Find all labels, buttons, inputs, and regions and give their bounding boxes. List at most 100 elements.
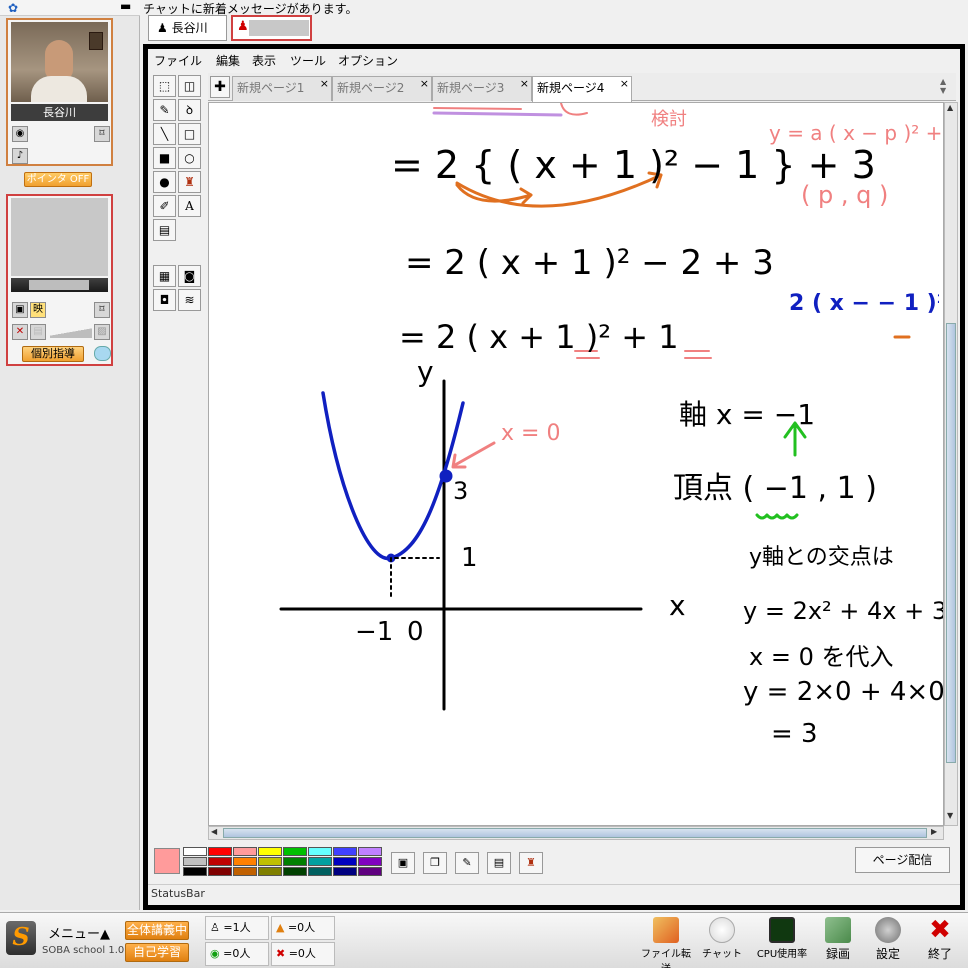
close-tab-icon[interactable]: × bbox=[420, 73, 429, 95]
swatch-teal[interactable] bbox=[308, 857, 332, 866]
statusbar: StatusBar bbox=[148, 884, 960, 904]
page-tab-2[interactable]: 新規ページ2 × bbox=[332, 76, 432, 101]
swatch-olive[interactable] bbox=[258, 857, 282, 866]
menu-view[interactable]: 表示 bbox=[252, 52, 276, 69]
text-tool-icon[interactable]: A bbox=[178, 195, 201, 217]
add-page-icon[interactable]: ✚ bbox=[210, 76, 230, 98]
current-color-swatch[interactable] bbox=[154, 848, 180, 874]
page-tab-4[interactable]: 新規ページ4 × bbox=[532, 76, 632, 102]
tab-scroll-icon[interactable]: ▲ ▼ bbox=[940, 77, 946, 95]
close-tab-icon[interactable]: × bbox=[320, 73, 329, 95]
pen-settings-icon[interactable]: ✎ bbox=[455, 852, 479, 874]
mute-x-icon[interactable]: ✕ bbox=[12, 324, 28, 340]
chat-bubble-icon[interactable] bbox=[94, 346, 111, 361]
user-tab-teacher[interactable]: ♟ 長谷川 bbox=[148, 15, 227, 41]
mode-self-study-button[interactable]: 自己学習 bbox=[125, 943, 189, 962]
swatch-red[interactable] bbox=[208, 847, 232, 856]
swatch-darkgreen[interactable] bbox=[283, 857, 307, 866]
scroll-up-icon[interactable]: ▲ bbox=[947, 103, 953, 112]
copy-page-icon[interactable]: ❐ bbox=[423, 852, 447, 874]
swatch-brown[interactable] bbox=[233, 867, 257, 876]
expand-icon[interactable]: ⌑ bbox=[94, 126, 110, 142]
scroll-right-icon[interactable]: ▶ bbox=[931, 827, 937, 836]
stamp-tool-icon[interactable]: ♜ bbox=[178, 171, 201, 193]
record-button[interactable]: 録画 bbox=[812, 917, 864, 967]
rectangle-tool-icon[interactable]: □ bbox=[178, 123, 201, 145]
swatch-black[interactable] bbox=[183, 867, 207, 876]
user-tab-student[interactable]: ♟ bbox=[231, 15, 312, 41]
menu-tools[interactable]: ツール bbox=[290, 52, 326, 69]
filled-ellipse-tool-icon[interactable]: ● bbox=[153, 171, 176, 193]
mode-lecture-button[interactable]: 全体講義中 bbox=[125, 921, 189, 940]
camera-tool-icon[interactable]: ◘ bbox=[153, 289, 176, 311]
swatch-green[interactable] bbox=[283, 847, 307, 856]
microphone-icon[interactable]: ♪ bbox=[12, 148, 28, 164]
swatch-white[interactable] bbox=[183, 847, 207, 856]
pointer-toggle-button[interactable]: ポインタ OFF bbox=[24, 172, 92, 187]
private-lesson-button[interactable]: 個別指導 bbox=[22, 346, 84, 362]
capture-tool-icon[interactable]: ▦ bbox=[153, 265, 176, 287]
swatch-darkred[interactable] bbox=[208, 857, 232, 866]
ellipse-tool-icon[interactable]: ○ bbox=[178, 147, 201, 169]
vertical-scroll-thumb[interactable] bbox=[946, 323, 956, 763]
image-icon[interactable]: ▨ bbox=[94, 324, 110, 340]
page-deliver-button[interactable]: ページ配信 bbox=[855, 847, 950, 873]
close-tab-icon[interactable]: × bbox=[520, 73, 529, 95]
layers-tool-icon[interactable]: ≋ bbox=[178, 289, 201, 311]
horizontal-scroll-thumb[interactable] bbox=[223, 828, 927, 838]
freehand-tool-icon[interactable]: ꝺ bbox=[178, 99, 201, 121]
chat-button[interactable]: チャット bbox=[696, 917, 748, 967]
swatch-yellow[interactable] bbox=[258, 847, 282, 856]
page-tab-3[interactable]: 新規ページ3 × bbox=[432, 76, 532, 101]
swatch-purple[interactable] bbox=[358, 857, 382, 866]
close-tab-icon[interactable]: × bbox=[620, 73, 629, 95]
swatch-silver[interactable] bbox=[183, 857, 207, 866]
menu-edit[interactable]: 編集 bbox=[216, 52, 240, 69]
menu-options[interactable]: オプション bbox=[338, 52, 398, 69]
webcam-icon[interactable]: ◉ bbox=[12, 126, 28, 142]
swatch-orange[interactable] bbox=[233, 857, 257, 866]
menu-file[interactable]: ファイル bbox=[154, 52, 202, 69]
minimize-icon[interactable]: ▬ bbox=[120, 0, 131, 13]
volume-slider[interactable] bbox=[50, 326, 92, 338]
swatch-navy[interactable] bbox=[333, 857, 357, 866]
note-tool-icon[interactable]: ▤ bbox=[153, 219, 176, 241]
video-toggle-button[interactable]: 映 bbox=[30, 302, 46, 318]
image-insert-icon[interactable]: ▣ bbox=[391, 852, 415, 874]
swatch-cyan[interactable] bbox=[308, 847, 332, 856]
expand-icon[interactable]: ⌑ bbox=[94, 302, 110, 318]
stroke-top-purple bbox=[432, 111, 563, 117]
cpu-usage-button[interactable]: CPU使用率 bbox=[756, 917, 808, 967]
lasso-tool-icon[interactable]: ◫ bbox=[178, 75, 201, 97]
swatch-darkolive[interactable] bbox=[258, 867, 282, 876]
settings-button[interactable]: 設定 bbox=[862, 917, 914, 967]
screenshot-tool-icon[interactable]: ◙ bbox=[178, 265, 201, 287]
file-transfer-button[interactable]: ファイル転送 bbox=[640, 917, 692, 968]
scroll-down-icon[interactable]: ▼ bbox=[947, 811, 953, 820]
ok-icon: ◉ bbox=[210, 947, 224, 960]
scroll-left-icon[interactable]: ◀ bbox=[211, 827, 217, 836]
text-settings-icon[interactable]: ▤ bbox=[487, 852, 511, 874]
stamp-settings-icon[interactable]: ♜ bbox=[519, 852, 543, 874]
swatch-maroon[interactable] bbox=[208, 867, 232, 876]
line-tool-icon[interactable]: ╲ bbox=[153, 123, 176, 145]
swatch-pink[interactable] bbox=[233, 847, 257, 856]
whiteboard-canvas[interactable]: = 2 { ( x + 1 )² − 1 } + 3 = 2 ( x + 1 )… bbox=[208, 102, 944, 826]
screen-icon[interactable]: ▣ bbox=[12, 302, 28, 318]
select-rect-tool-icon[interactable]: ⬚ bbox=[153, 75, 176, 97]
swatch-darkpurple[interactable] bbox=[358, 867, 382, 876]
swatch-blue[interactable] bbox=[333, 847, 357, 856]
menu-button[interactable]: メニュー▲ bbox=[48, 923, 110, 942]
horizontal-scrollbar[interactable]: ◀ ▶ bbox=[208, 826, 944, 840]
swatch-forest[interactable] bbox=[283, 867, 307, 876]
swatch-darknavy[interactable] bbox=[333, 867, 357, 876]
eraser-tool-icon[interactable]: ✐ bbox=[153, 195, 176, 217]
pen-tool-icon[interactable]: ✎ bbox=[153, 99, 176, 121]
filled-rect-tool-icon[interactable]: ■ bbox=[153, 147, 176, 169]
soba-logo-icon[interactable]: S bbox=[6, 921, 36, 955]
exit-button[interactable]: ✖ 終了 bbox=[914, 917, 966, 967]
page-tab-1[interactable]: 新規ページ1 × bbox=[232, 76, 332, 101]
swatch-violet[interactable] bbox=[358, 847, 382, 856]
vertical-scrollbar[interactable]: ▲ ▼ bbox=[944, 102, 958, 826]
swatch-darkteal[interactable] bbox=[308, 867, 332, 876]
